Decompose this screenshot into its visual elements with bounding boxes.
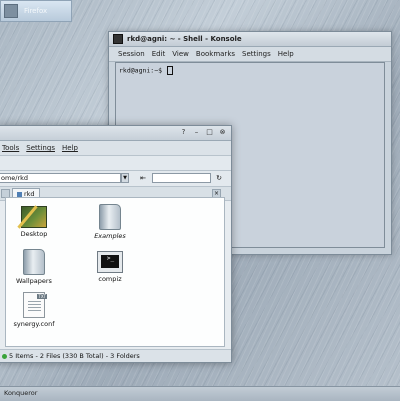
folder-icon <box>99 204 121 230</box>
menu-session[interactable]: Session <box>118 50 145 58</box>
terminal-cursor <box>166 66 173 75</box>
terminal-icon <box>113 34 123 44</box>
status-text: 5 Items - 2 Files (330 B Total) - 3 Fold… <box>9 352 140 360</box>
terminal-prompt: rkd@agni:~$ <box>119 66 173 75</box>
go-icon[interactable]: ↻ <box>214 173 224 183</box>
file-item-label: Desktop <box>20 230 48 238</box>
home-icon <box>17 191 22 197</box>
file-view[interactable]: Desktop Examples Wallpapers compiz syner… <box>5 197 225 347</box>
file-item-wallpapers[interactable]: Wallpapers <box>4 249 64 285</box>
location-input[interactable]: ome/rkd <box>0 173 121 183</box>
app-icon <box>4 4 18 18</box>
maximize-icon[interactable]: □ <box>205 128 214 137</box>
menu-edit[interactable]: Edit <box>152 50 166 58</box>
terminal-script-icon <box>97 251 123 273</box>
menu-settings[interactable]: Settings <box>242 50 271 58</box>
desktop-launcher-label: Firefox <box>24 7 48 15</box>
konsole-menubar: Session Edit View Bookmarks Settings Hel… <box>109 47 391 62</box>
menu-settings[interactable]: Settings <box>26 144 55 152</box>
taskbar: Konqueror <box>0 386 400 401</box>
file-item-synergy[interactable]: synergy.conf <box>4 292 64 328</box>
fm-menubar: Tools Settings Help <box>0 141 231 156</box>
location-bar: ome/rkd ▼ ⇤ ↻ <box>0 171 231 187</box>
close-icon[interactable]: ⊗ <box>218 128 227 137</box>
menu-help[interactable]: Help <box>278 50 294 58</box>
status-indicator-icon <box>2 353 7 359</box>
clear-location-icon[interactable]: ⇤ <box>138 173 148 183</box>
help-icon[interactable]: ? <box>179 128 188 137</box>
fm-toolbar <box>0 156 231 171</box>
file-item-label: Wallpapers <box>16 277 52 285</box>
status-bar: 5 Items - 2 Files (330 B Total) - 3 Fold… <box>0 349 231 362</box>
menu-help[interactable]: Help <box>62 144 78 152</box>
file-item-desktop[interactable]: Desktop <box>4 206 64 238</box>
search-input[interactable] <box>152 173 211 183</box>
fm-titlebar[interactable]: ? – □ ⊗ <box>0 126 231 141</box>
file-item-examples[interactable]: Examples <box>80 204 140 240</box>
menu-tools[interactable]: Tools <box>2 144 19 152</box>
desktop-launcher[interactable]: Firefox <box>0 0 72 22</box>
menu-bookmarks[interactable]: Bookmarks <box>196 50 235 58</box>
desktop-folder-icon <box>21 206 47 228</box>
file-manager-window[interactable]: ? – □ ⊗ Tools Settings Help ome/rkd ▼ ⇤ … <box>0 125 232 363</box>
chevron-down-icon[interactable]: ▼ <box>121 173 129 183</box>
file-item-compiz[interactable]: compiz <box>80 251 140 283</box>
prompt-text: rkd@agni:~$ <box>119 66 163 75</box>
folder-icon <box>23 249 45 275</box>
file-item-label: Examples <box>94 232 126 240</box>
menu-view[interactable]: View <box>172 50 189 58</box>
text-file-icon <box>23 292 47 318</box>
konsole-titlebar[interactable]: rkd@agni: ~ - Shell - Konsole <box>109 32 391 47</box>
file-item-label: synergy.conf <box>13 320 55 328</box>
minimize-icon[interactable]: – <box>192 128 201 137</box>
file-item-label: compiz <box>98 275 122 283</box>
taskbar-item-konqueror[interactable]: Konqueror <box>4 389 37 397</box>
konsole-title: rkd@agni: ~ - Shell - Konsole <box>127 35 242 43</box>
